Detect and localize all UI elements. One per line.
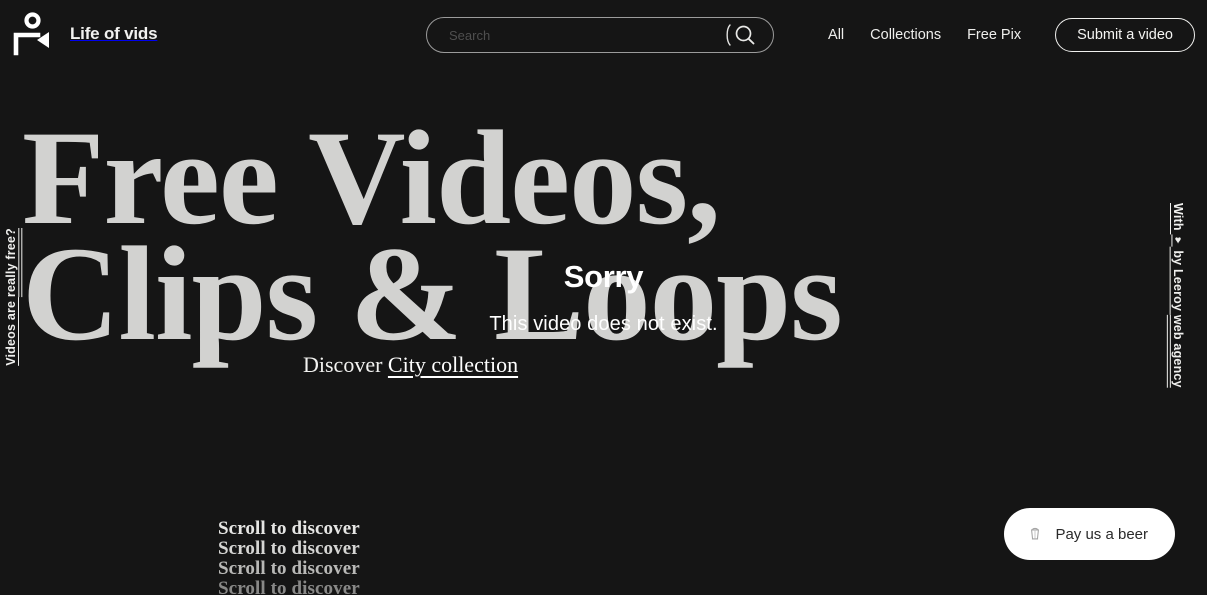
hero-section: Free Videos, Clips & Loops Sorry This vi… xyxy=(0,0,1207,595)
person-video-logo-icon xyxy=(8,11,54,57)
credits-label[interactable]: With ♥ by Leeroy web agency xyxy=(1171,203,1185,388)
search-icon xyxy=(724,22,758,48)
brand-name: Life of vids xyxy=(70,24,158,43)
submit-a-video-button[interactable]: Submit a video xyxy=(1055,17,1195,53)
nav-link-free-pix[interactable]: Free Pix xyxy=(967,27,1021,43)
scroll-line: Scroll to discover xyxy=(218,518,360,539)
scroll-to-discover-prompt: Scroll to discover Scroll to discover Sc… xyxy=(218,519,360,595)
heart-icon: ♥ xyxy=(1172,234,1184,247)
scroll-line: Scroll to discover xyxy=(218,578,360,595)
side-right-middle: by Leeroy xyxy=(1171,246,1185,315)
nav-link-collections[interactable]: Collections xyxy=(870,27,941,43)
page-title: Free Videos, Clips & Loops xyxy=(22,111,1022,370)
discover-collection: Discover City collection xyxy=(303,352,518,378)
nav-link-all[interactable]: All xyxy=(828,27,844,43)
scroll-line: Scroll to discover xyxy=(218,558,360,579)
page-title-line-2: Clips & Loops xyxy=(22,220,843,370)
side-right-prefix: With xyxy=(1171,203,1185,235)
search-input[interactable] xyxy=(427,18,717,52)
brand-logo-link[interactable]: Life of vids xyxy=(8,6,158,62)
beer-glass-icon xyxy=(1026,525,1044,543)
discover-prefix: Discover xyxy=(303,352,383,377)
side-left-prefix: Videos are xyxy=(4,297,18,366)
search-bar[interactable] xyxy=(426,17,774,53)
scroll-line: Scroll to discover xyxy=(218,538,360,559)
videos-really-free-label[interactable]: Videos are really free? xyxy=(4,228,18,366)
search-button[interactable] xyxy=(717,18,773,52)
side-right-underlined: web agency xyxy=(1171,314,1185,388)
site-header: Life of vids All Collections Free Pix Su… xyxy=(0,0,1207,68)
main-nav: All Collections Free Pix Submit a video xyxy=(828,17,1195,53)
pay-us-a-beer-button[interactable]: Pay us a beer xyxy=(1004,508,1175,560)
side-left-underlined: really free? xyxy=(4,228,18,298)
pay-us-a-beer-label: Pay us a beer xyxy=(1055,525,1148,543)
city-collection-link[interactable]: City collection xyxy=(388,352,518,377)
